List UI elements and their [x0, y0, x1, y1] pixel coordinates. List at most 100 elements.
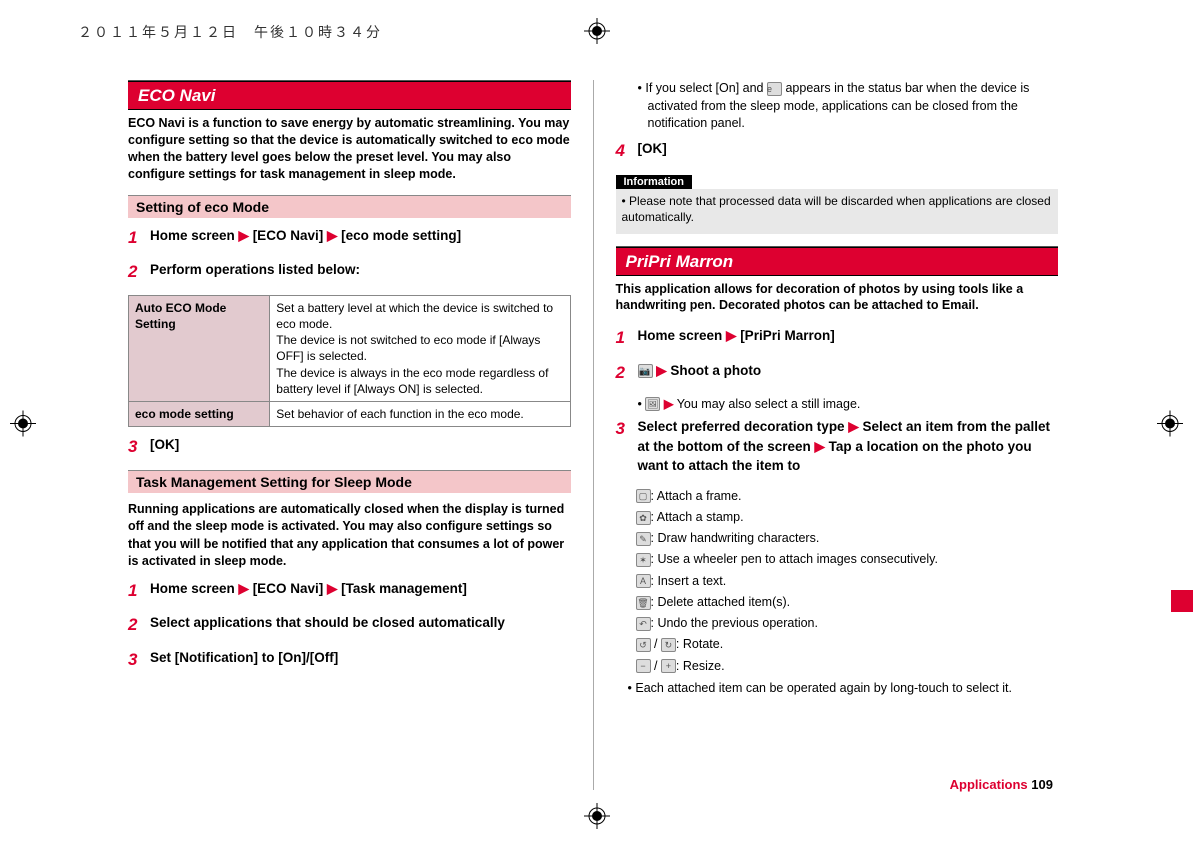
- step-text: Shoot a photo: [667, 363, 761, 378]
- icon-desc: : Resize.: [676, 659, 725, 673]
- step-sub-bullet: • 🖼 ▶ You may also select a still image.: [638, 396, 1059, 414]
- bullet-icon: •: [628, 681, 632, 695]
- gallery-icon: 🖼: [645, 397, 660, 411]
- info-text: Please note that processed data will be …: [622, 194, 1051, 224]
- step-text: [PriPri Marron]: [736, 328, 834, 343]
- step-text: Set [Notification] to [On]/[Off]: [150, 648, 571, 673]
- step-number: 3: [616, 417, 638, 476]
- arrow-icon: ▶: [726, 328, 736, 343]
- step-number: 2: [616, 361, 638, 386]
- stamp-icon: ✿: [636, 511, 651, 525]
- eco-navi-heading: ECO Navi: [128, 81, 571, 110]
- footer-section-name: Applications: [950, 777, 1028, 792]
- left-column: ECO Navi ECO Navi is a function to save …: [128, 80, 593, 790]
- icon-desc: : Use a wheeler pen to attach images con…: [651, 552, 938, 566]
- footnote-text: Each attached item can be operated again…: [635, 681, 1012, 695]
- step-text: Select preferred decoration type: [638, 419, 849, 434]
- table-row: Auto ECO Mode Setting Set a battery leve…: [129, 295, 571, 401]
- step-text: [eco mode setting]: [337, 228, 461, 243]
- eco-step-3: 3 [OK]: [128, 435, 571, 460]
- task-step-1: 1 Home screen ▶ [ECO Navi] ▶ [Task manag…: [128, 579, 571, 604]
- table-header-cell: Auto ECO Mode Setting: [129, 295, 270, 401]
- print-date-header: ２０１１年５月１２日 午後１０時３４分: [78, 22, 382, 42]
- step-text: [OK]: [638, 139, 1059, 164]
- step-number: 3: [128, 648, 150, 673]
- icon-desc: : Insert a text.: [651, 574, 727, 588]
- step-number: 1: [128, 579, 150, 604]
- arrow-icon: ▶: [848, 419, 858, 434]
- footnote: • Each attached item can be operated aga…: [626, 679, 1059, 697]
- task-step-2: 2 Select applications that should be clo…: [128, 613, 571, 638]
- step-text: [ECO Navi]: [249, 228, 327, 243]
- information-box: • Please note that processed data will b…: [616, 189, 1059, 233]
- arrow-icon: ▶: [239, 581, 249, 596]
- step-text: [Task management]: [337, 581, 467, 596]
- arrow-icon: ▶: [327, 228, 337, 243]
- step-number: 2: [128, 613, 150, 638]
- icon-desc: : Attach a stamp.: [651, 510, 744, 524]
- eco-step-2: 2 Perform operations listed below:: [128, 260, 571, 285]
- trash-icon: 🗑: [636, 596, 651, 610]
- text-icon: A: [636, 574, 651, 588]
- bullet-icon: •: [638, 81, 642, 95]
- step-number: 1: [616, 326, 638, 351]
- step-number: 2: [128, 260, 150, 285]
- table-cell: Set a battery level at which the device …: [270, 295, 570, 401]
- icon-desc: : Delete attached item(s).: [651, 595, 791, 609]
- decoration-icon-list: ▢: Attach a frame. ✿: Attach a stamp. ✎:…: [636, 486, 1059, 677]
- step-text: Select applications that should be close…: [150, 613, 571, 638]
- note-bullet: • If you select [On] and e appears in th…: [638, 80, 1059, 133]
- step-number: 4: [616, 139, 638, 164]
- eco-navi-intro: ECO Navi is a function to save energy by…: [128, 115, 571, 183]
- eco-status-icon: e: [767, 82, 782, 96]
- task-step-4: 4 [OK]: [616, 139, 1059, 164]
- frame-icon: ▢: [636, 489, 651, 503]
- step-text: Perform operations listed below:: [150, 260, 571, 285]
- rotate-left-icon: ↺: [636, 638, 651, 652]
- step-text: Home screen: [150, 228, 239, 243]
- rotate-right-icon: ↻: [661, 638, 676, 652]
- table-header-cell: eco mode setting: [129, 401, 270, 426]
- table-row: eco mode setting Set behavior of each fu…: [129, 401, 571, 426]
- registration-mark-icon: [584, 18, 610, 47]
- sub-text: You may also select a still image.: [673, 397, 860, 411]
- icon-desc: : Rotate.: [676, 637, 723, 651]
- registration-mark-icon: [10, 411, 36, 440]
- wheeler-pen-icon: ✶: [636, 553, 651, 567]
- registration-mark-icon: [584, 803, 610, 832]
- resize-minus-icon: −: [636, 659, 651, 673]
- bullet-icon: •: [638, 397, 642, 411]
- eco-step-1: 1 Home screen ▶ [ECO Navi] ▶ [eco mode s…: [128, 226, 571, 251]
- step-text: Home screen: [150, 581, 239, 596]
- task-intro: Running applications are automatically c…: [128, 501, 571, 571]
- table-cell: Set behavior of each function in the eco…: [270, 401, 570, 426]
- icon-desc: : Draw handwriting characters.: [651, 531, 820, 545]
- arrow-icon: ▶: [327, 581, 337, 596]
- arrow-icon: ▶: [815, 439, 825, 454]
- footer-page-number: 109: [1031, 777, 1053, 792]
- step-text: [ECO Navi]: [249, 581, 327, 596]
- arrow-icon: ▶: [656, 363, 666, 378]
- pripri-marron-heading: PriPri Marron: [616, 247, 1059, 276]
- resize-plus-icon: +: [661, 659, 676, 673]
- task-step-3: 3 Set [Notification] to [On]/[Off]: [128, 648, 571, 673]
- camera-icon: 📷: [638, 364, 653, 378]
- setting-eco-mode-heading: Setting of eco Mode: [128, 195, 571, 218]
- registration-mark-icon: [1157, 411, 1183, 440]
- page-footer: Applications 109: [950, 777, 1053, 792]
- pripri-step-2: 2 📷 ▶ Shoot a photo: [616, 361, 1059, 386]
- right-column: • If you select [On] and e appears in th…: [593, 80, 1059, 790]
- pen-icon: ✎: [636, 532, 651, 546]
- pripri-step-1: 1 Home screen ▶ [PriPri Marron]: [616, 326, 1059, 351]
- icon-desc: : Attach a frame.: [651, 489, 742, 503]
- step-text: [OK]: [150, 435, 571, 460]
- note-text: If you select [On] and: [645, 81, 767, 95]
- step-text: Home screen: [638, 328, 727, 343]
- pripri-step-3: 3 Select preferred decoration type ▶ Sel…: [616, 417, 1059, 476]
- undo-icon: ↶: [636, 617, 651, 631]
- step-number: 1: [128, 226, 150, 251]
- section-edge-tab: [1171, 590, 1193, 612]
- eco-settings-table: Auto ECO Mode Setting Set a battery leve…: [128, 295, 571, 427]
- arrow-icon: ▶: [239, 228, 249, 243]
- task-management-heading: Task Management Setting for Sleep Mode: [128, 470, 571, 493]
